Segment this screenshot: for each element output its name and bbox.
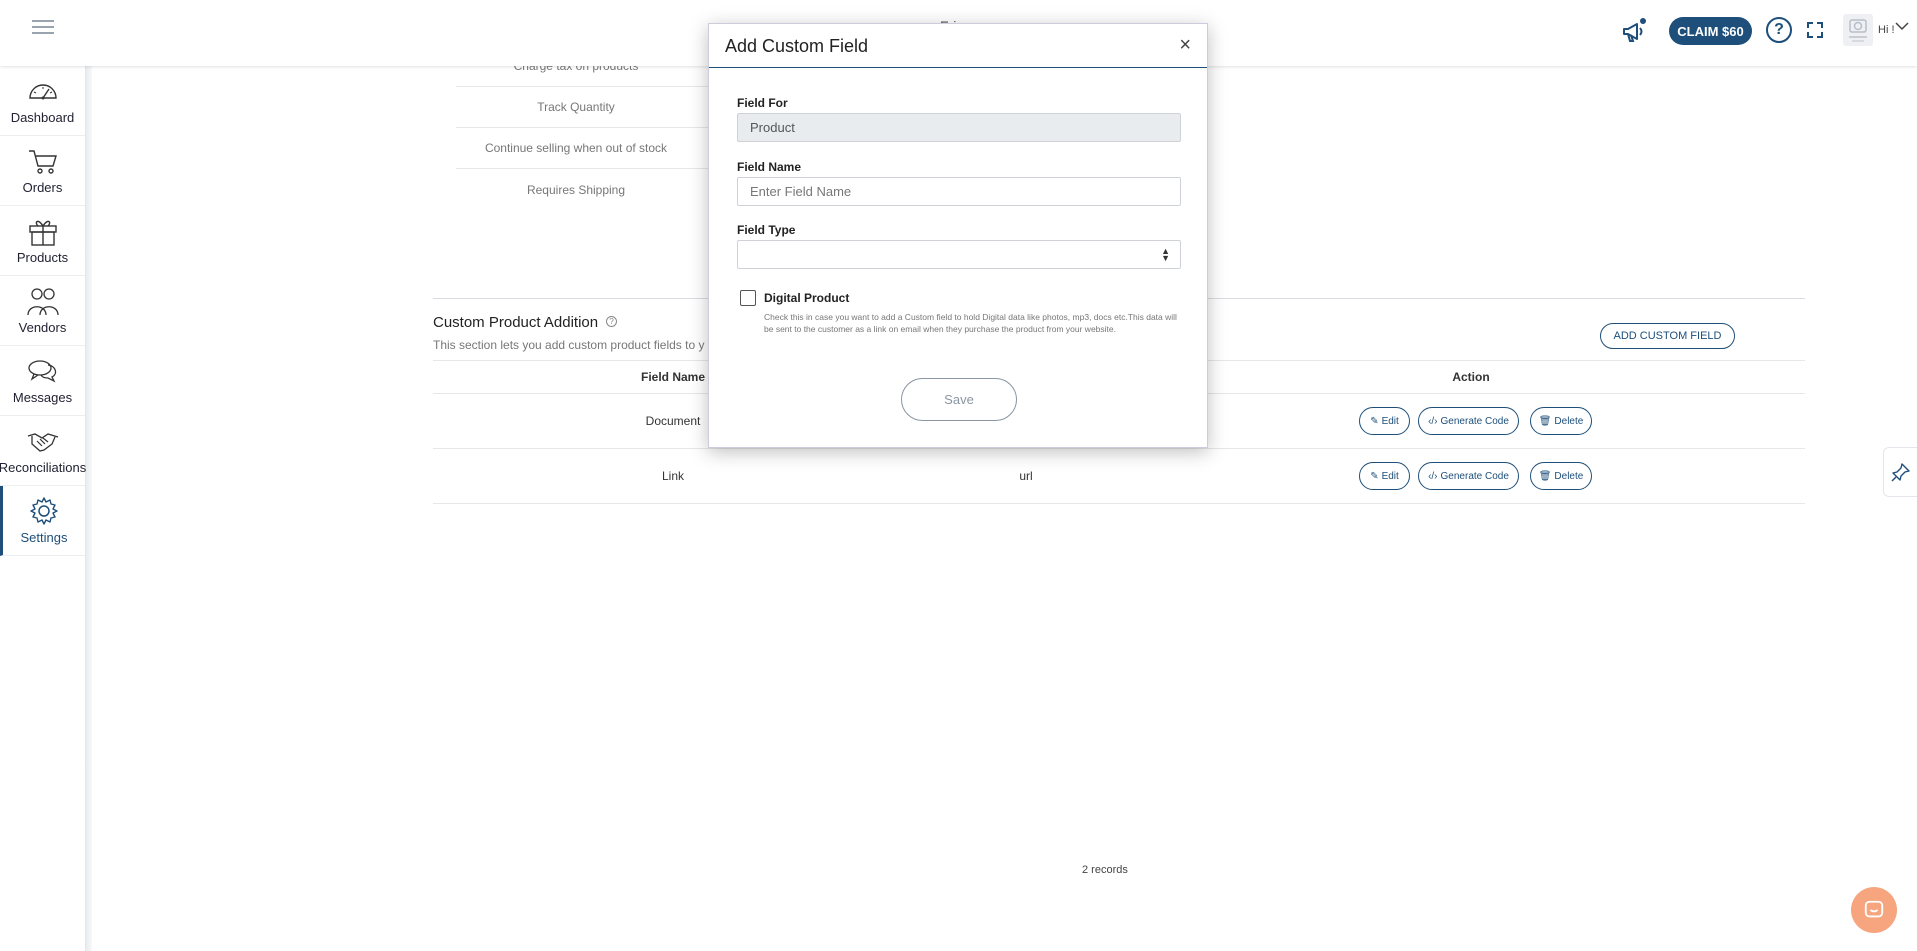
header-action: Action: [1452, 370, 1490, 384]
add-custom-field-modal: Add Custom Field × Field For Product Fie…: [708, 23, 1208, 448]
sidebar-item-label: Products: [16, 250, 69, 265]
delete-label: Delete: [1554, 470, 1584, 482]
digital-product-help: Check this in case you want to add a Cus…: [764, 312, 1177, 334]
chat-launcher-icon[interactable]: [1851, 887, 1897, 933]
digital-product-checkbox[interactable]: [740, 290, 756, 306]
avatar[interactable]: [1843, 14, 1873, 46]
code-icon: ‹/›: [1428, 470, 1438, 482]
digital-product-label: Digital Product: [764, 291, 850, 305]
sidebar-item-label: Vendors: [18, 320, 67, 335]
sidebar: Dashboard Orders Products Vendors Messag…: [0, 66, 86, 951]
field-name-label: Field Name: [737, 160, 802, 174]
sidebar-item-products[interactable]: Products: [0, 206, 85, 276]
generate-code-button[interactable]: ‹/› Generate Code: [1418, 462, 1519, 490]
delete-button[interactable]: 🗑 Delete: [1530, 462, 1592, 490]
edit-label: Edit: [1381, 470, 1399, 482]
sidebar-item-vendors[interactable]: Vendors: [0, 276, 85, 346]
toggle-label: Track Quantity: [537, 100, 615, 114]
delete-label: Delete: [1554, 415, 1584, 427]
row-field-name: Document: [645, 414, 701, 428]
field-for-input: Product: [737, 113, 1181, 142]
header-field-name: Field Name: [640, 370, 706, 384]
sidebar-item-label: Dashboard: [10, 110, 75, 125]
chat-icon: [27, 360, 56, 383]
section-title-text: Custom Product Addition: [433, 314, 599, 331]
sidebar-item-dashboard[interactable]: Dashboard: [0, 66, 85, 136]
gear-icon: [30, 497, 58, 525]
edit-button[interactable]: ✎ Edit: [1359, 407, 1410, 435]
section-title: Custom Product Addition?: [433, 314, 618, 331]
row-field-name: Link: [661, 469, 685, 483]
add-custom-field-button[interactable]: ADD CUSTOM FIELD: [1600, 323, 1735, 349]
modal-title: Add Custom Field: [725, 36, 869, 56]
generate-label: Generate Code: [1440, 470, 1509, 482]
expand-icon[interactable]: [1805, 20, 1825, 40]
generate-code-button[interactable]: ‹/› Generate Code: [1418, 407, 1519, 435]
pencil-icon: ✎: [1370, 415, 1379, 427]
delete-button[interactable]: 🗑 Delete: [1530, 407, 1592, 435]
cart-icon: [28, 150, 57, 174]
toggle-label: Continue selling when out of stock: [484, 141, 668, 155]
close-icon[interactable]: ×: [1179, 34, 1191, 57]
sidebar-divider: [86, 66, 92, 951]
section-description: This section lets you add custom product…: [433, 338, 705, 352]
pencil-icon: ✎: [1370, 470, 1379, 482]
records-count: 2 records: [1082, 864, 1128, 876]
megaphone-icon[interactable]: [1620, 17, 1648, 45]
field-type-label: Field Type: [737, 223, 796, 237]
help-icon[interactable]: ?: [1766, 17, 1792, 43]
code-icon: ‹/›: [1428, 415, 1438, 427]
info-icon[interactable]: ?: [606, 316, 618, 327]
save-button[interactable]: Save: [901, 378, 1017, 421]
hamburger-icon[interactable]: [32, 20, 54, 36]
handshake-icon: [27, 433, 58, 452]
table-row: Link url ✎ Edit ‹/› Generate Code 🗑 Delete: [433, 449, 1805, 504]
gift-icon: [28, 220, 57, 246]
greeting-text[interactable]: Hi !: [1878, 24, 1895, 36]
field-for-label: Field For: [737, 96, 788, 110]
sidebar-item-label: Reconciliations: [0, 460, 87, 475]
sidebar-item-messages[interactable]: Messages: [0, 346, 85, 416]
field-name-input[interactable]: Enter Field Name: [737, 177, 1181, 206]
claim-button[interactable]: CLAIM $60: [1669, 17, 1752, 45]
edit-button[interactable]: ✎ Edit: [1359, 462, 1410, 490]
trash-icon: 🗑: [1538, 415, 1552, 427]
sidebar-item-label: Messages: [12, 390, 73, 405]
generate-label: Generate Code: [1440, 415, 1509, 427]
select-arrows-icon: ▲ ▼: [1161, 246, 1170, 263]
sidebar-item-settings[interactable]: Settings: [0, 486, 85, 556]
sidebar-item-reconciliations[interactable]: Reconciliations: [0, 416, 87, 486]
sidebar-item-label: Settings: [20, 530, 68, 545]
pin-icon[interactable]: [1883, 447, 1917, 497]
chevron-down-icon[interactable]: [1895, 20, 1909, 34]
toggle-label: Requires Shipping: [526, 182, 626, 197]
trash-icon: 🗑: [1538, 470, 1552, 482]
modal-header: Add Custom Field ×: [709, 24, 1207, 68]
sidebar-item-orders[interactable]: Orders: [0, 136, 85, 206]
speedometer-icon: [28, 84, 57, 100]
sidebar-item-label: Orders: [22, 180, 63, 195]
people-icon: [26, 288, 59, 316]
edit-label: Edit: [1381, 415, 1399, 427]
row-field-type: url: [1019, 469, 1033, 483]
field-type-select[interactable]: ▲ ▼: [737, 240, 1181, 269]
